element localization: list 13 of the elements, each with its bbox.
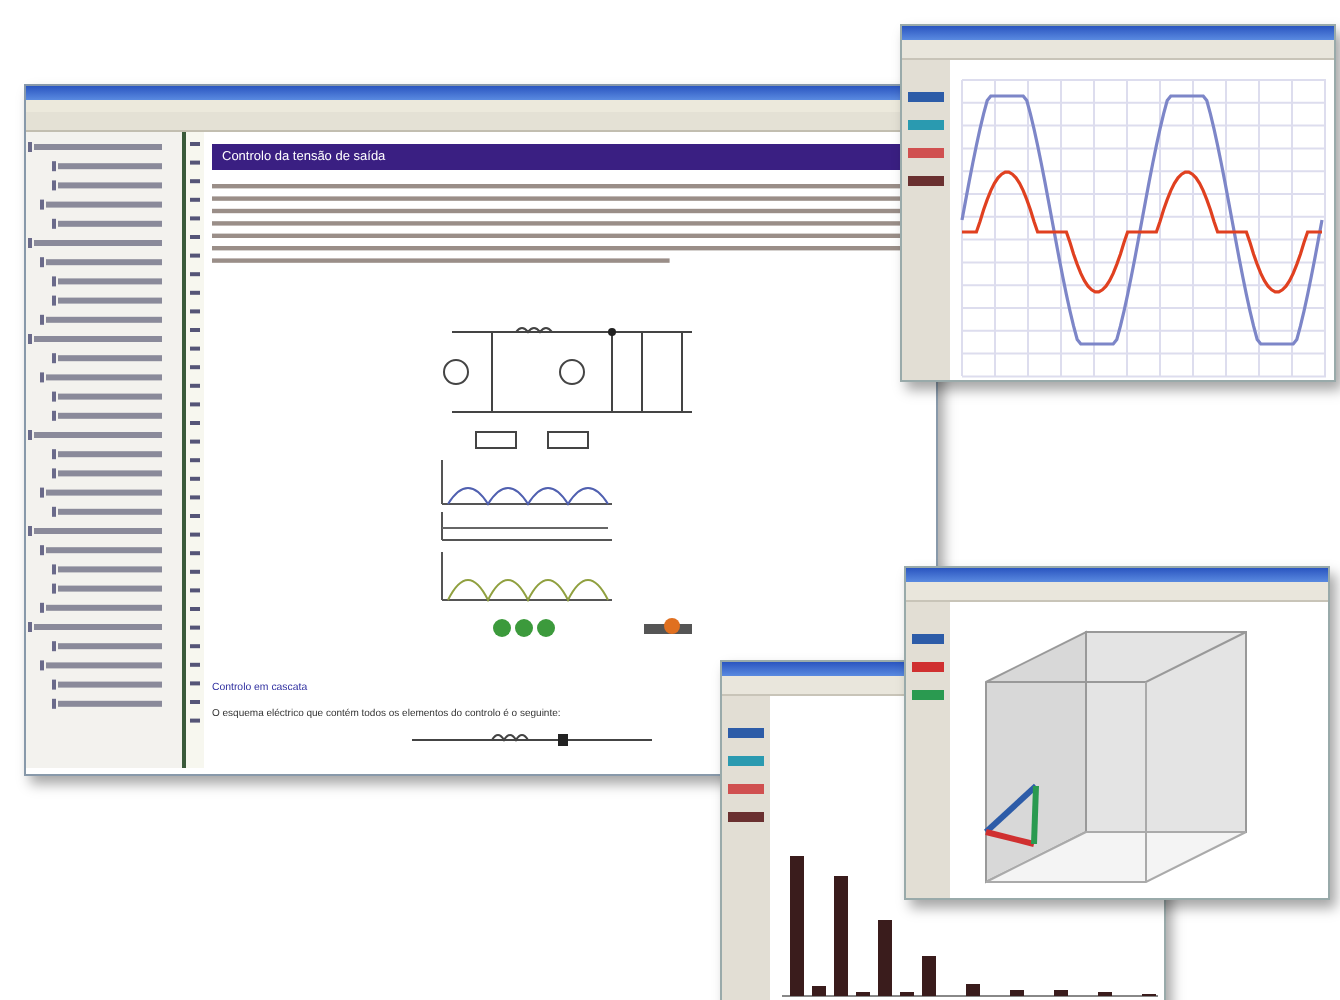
bar xyxy=(812,986,826,996)
bar xyxy=(922,956,936,996)
legend-swatches xyxy=(728,728,764,822)
bar xyxy=(1010,990,1024,996)
bar xyxy=(966,984,980,996)
legend-swatches xyxy=(908,92,944,186)
vector-triangle-drawing xyxy=(983,783,1039,847)
legend-swatches xyxy=(912,634,944,700)
logo-icon xyxy=(644,618,692,638)
bar xyxy=(790,856,804,996)
bar xyxy=(834,876,848,996)
bar xyxy=(878,920,892,996)
bar xyxy=(1054,990,1068,996)
